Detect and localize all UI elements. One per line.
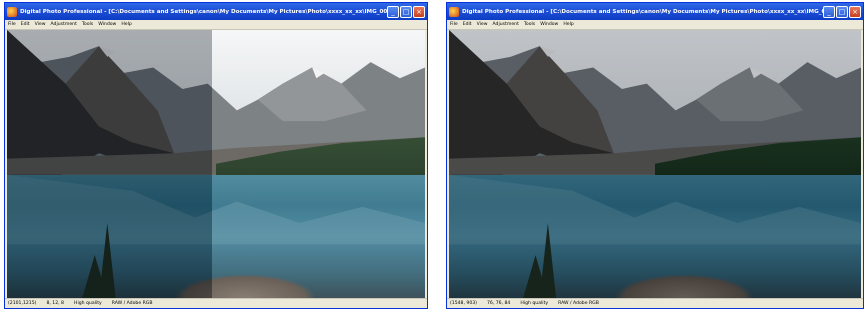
minimize-button[interactable]: _ [387,5,399,18]
maximize-button[interactable]: □ [400,5,412,18]
window-controls: _ □ × [387,5,425,18]
menu-bar: File Edit View Adjustment Tools Window H… [5,20,427,30]
image-preview[interactable] [7,30,425,298]
minimize-button[interactable]: _ [823,5,835,18]
menu-tools[interactable]: Tools [524,22,535,27]
menu-edit[interactable]: Edit [21,22,30,27]
close-button[interactable]: × [849,5,861,18]
menu-window[interactable]: Window [540,22,558,27]
menu-file[interactable]: File [8,22,16,27]
window-controls: _ □ × [823,5,861,18]
status-bar: (2101,1215) 8, 12, 8 High quality RAW / … [5,298,427,308]
menu-tools[interactable]: Tools [82,22,93,27]
menu-adjustment[interactable]: Adjustment [51,22,77,27]
title-bar[interactable]: Digital Photo Professional - [C:\Documen… [5,3,427,20]
window-title: Digital Photo Professional - [C:\Documen… [20,8,387,15]
status-coords: (2101,1215) [8,301,37,306]
menu-help[interactable]: Help [121,22,131,27]
menu-view[interactable]: View [35,22,46,27]
menu-adjustment[interactable]: Adjustment [493,22,519,27]
status-rgb: 76, 76, 84 [486,301,511,306]
app-icon[interactable] [449,6,459,17]
status-bar: (1548, 903) 76, 76, 84 High quality RAW … [447,298,863,308]
photo-window-left: Digital Photo Professional - [C:\Documen… [4,2,428,309]
status-quality: High quality [73,301,102,306]
app-icon[interactable] [7,6,17,17]
before-region [7,30,212,298]
after-region [211,30,425,298]
status-profile: RAW / Adobe RGB [111,301,153,306]
window-title: Digital Photo Professional - [C:\Documen… [462,8,823,15]
status-rgb: 8, 12, 8 [46,301,64,306]
maximize-button[interactable]: □ [836,5,848,18]
menu-file[interactable]: File [450,22,458,27]
status-quality: High quality [520,301,549,306]
menu-help[interactable]: Help [563,22,573,27]
close-button[interactable]: × [413,5,425,18]
image-preview[interactable] [449,30,861,298]
photo-window-right: Digital Photo Professional - [C:\Documen… [446,2,864,309]
status-coords: (1548, 903) [450,301,477,306]
menu-bar: File Edit View Adjustment Tools Window H… [447,20,863,30]
adjusted-region [449,30,861,298]
menu-view[interactable]: View [477,22,488,27]
menu-edit[interactable]: Edit [463,22,472,27]
title-bar[interactable]: Digital Photo Professional - [C:\Documen… [447,3,863,20]
menu-window[interactable]: Window [98,22,116,27]
status-profile: RAW / Adobe RGB [558,301,599,306]
